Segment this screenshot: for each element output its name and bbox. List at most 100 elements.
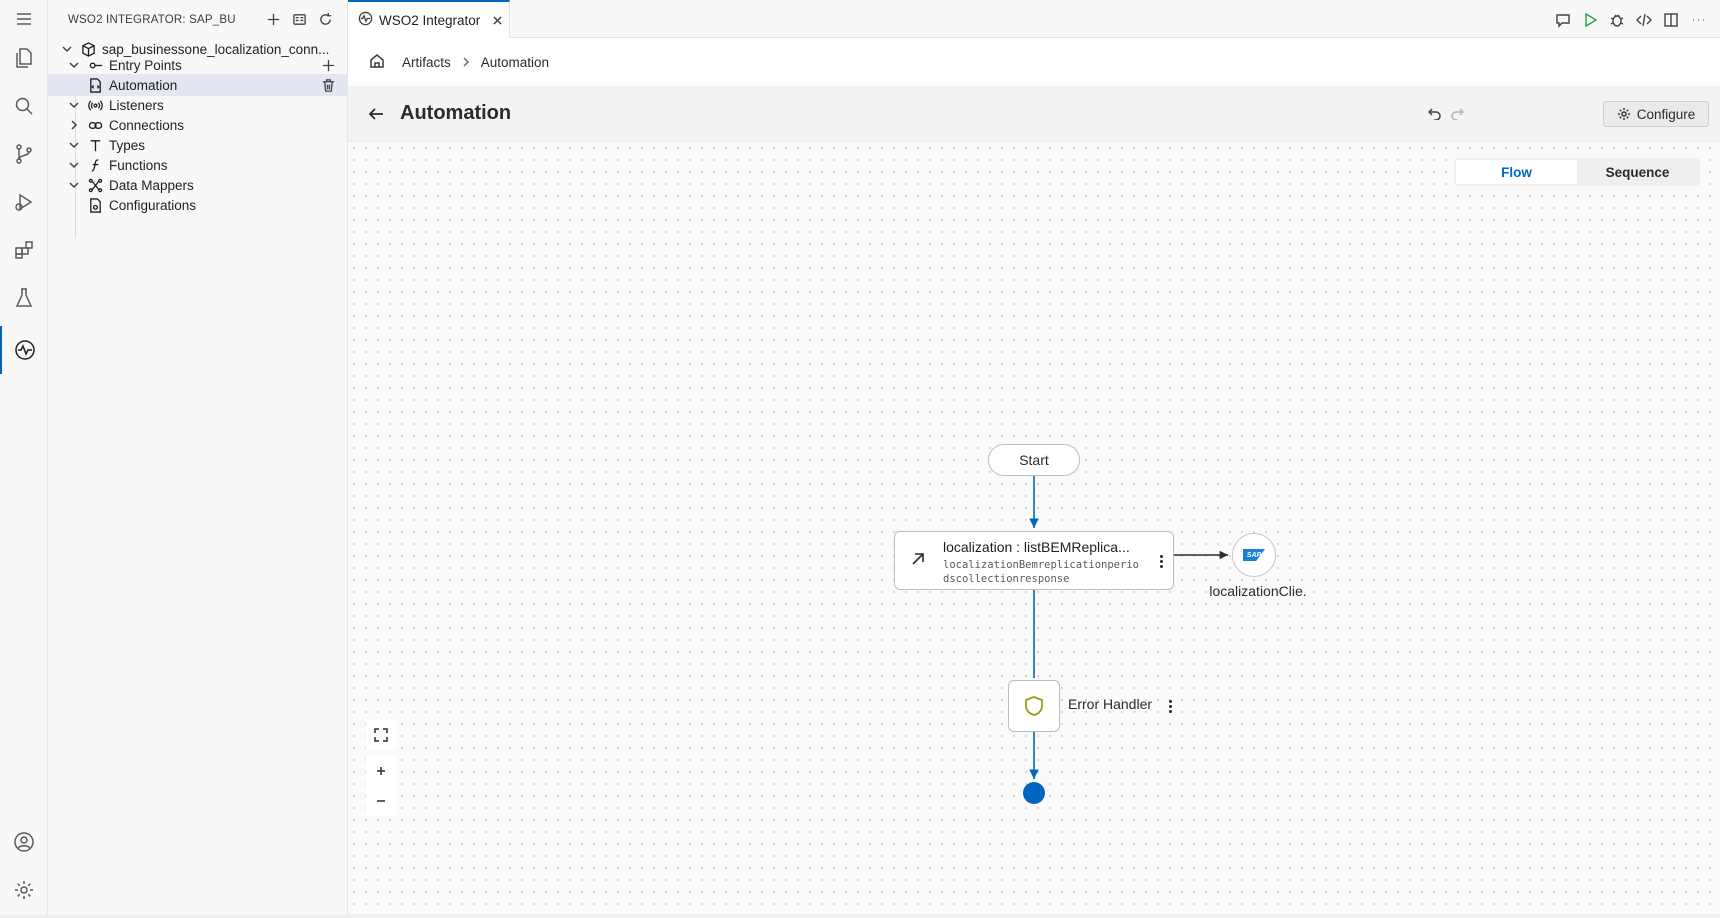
code-icon[interactable]: [1635, 11, 1652, 28]
view-header: Automation Configure: [348, 86, 1720, 142]
sidebar-title: WSO2 INTEGRATOR: SAP_BUSIN...: [68, 14, 236, 26]
split-editor-icon[interactable]: [1662, 11, 1679, 28]
file-code-icon: [87, 77, 103, 93]
breadcrumb-item-automation[interactable]: Automation: [481, 55, 549, 70]
sidebar-item-label: Entry Points: [109, 57, 182, 73]
zoom-in-button[interactable]: [366, 756, 396, 786]
connection-node[interactable]: SAP: [1232, 533, 1276, 577]
chevron-right-icon: [67, 118, 81, 132]
link-icon: [87, 117, 103, 133]
end-node: [1023, 782, 1045, 804]
broadcast-icon: [87, 97, 103, 113]
extensions-icon[interactable]: [0, 226, 48, 274]
call-node-title: localization : listBEMReplica...: [943, 539, 1130, 555]
bottom-border: [0, 914, 1720, 918]
arrow-up-right-icon: [909, 550, 929, 570]
call-node-subtitle: localizationBemreplicationperiodscollect…: [943, 559, 1139, 585]
view-toggle: Flow Sequence: [1454, 158, 1700, 186]
breadcrumb-item-artifacts[interactable]: Artifacts: [402, 55, 451, 70]
connection-label: localizationClie.: [1209, 583, 1307, 599]
integrator-icon: [358, 11, 379, 29]
more-actions-icon[interactable]: [1689, 11, 1706, 28]
testing-icon[interactable]: [0, 274, 48, 322]
tab-label: WSO2 Integrator: [379, 12, 481, 28]
entry-point-icon: [87, 57, 103, 73]
zoom-out-button[interactable]: [366, 786, 396, 816]
refresh-icon[interactable]: [317, 11, 333, 27]
undo-icon[interactable]: [1427, 106, 1444, 122]
flow-canvas[interactable]: Flow Sequence Start localization : listB…: [348, 142, 1720, 918]
chat-icon[interactable]: [1554, 11, 1571, 28]
error-handler-menu-icon[interactable]: [1165, 697, 1175, 715]
data-mapper-icon: [87, 177, 103, 193]
sidebar-item-configurations[interactable]: Configurations: [48, 194, 348, 216]
run-icon[interactable]: [1581, 11, 1598, 28]
tab-sequence[interactable]: Sequence: [1577, 160, 1698, 184]
search-icon[interactable]: [0, 82, 48, 130]
chevron-down-icon: [67, 158, 81, 172]
activity-bar: [0, 0, 48, 918]
node-menu-icon[interactable]: [1156, 552, 1166, 570]
source-control-icon[interactable]: [0, 130, 48, 178]
sidebar-item-label: Data Mappers: [109, 177, 194, 193]
explorer-sidebar: WSO2 INTEGRATOR: SAP_BUSIN... sap_busine…: [48, 0, 348, 918]
run-debug-icon[interactable]: [0, 178, 48, 226]
plus-icon: [377, 767, 385, 775]
start-node-label: Start: [1019, 452, 1049, 468]
sidebar-item-label: Functions: [109, 157, 168, 173]
menu-icon[interactable]: [0, 0, 48, 38]
sidebar-item-connections[interactable]: Connections: [48, 114, 348, 136]
delete-icon[interactable]: [320, 77, 336, 93]
sidebar-item-label: Automation: [109, 77, 178, 93]
tab-flow[interactable]: Flow: [1456, 160, 1577, 184]
chevron-right-icon: [461, 57, 471, 67]
overview-icon[interactable]: [291, 11, 307, 27]
sidebar-item-data-mappers[interactable]: Data Mappers: [48, 174, 348, 196]
chevron-down-icon: [67, 98, 81, 112]
add-entry-point-icon[interactable]: [320, 57, 336, 73]
manage-icon[interactable]: [0, 866, 48, 914]
sidebar-item-functions[interactable]: Functions: [48, 154, 348, 176]
editor-actions: [1554, 11, 1706, 28]
home-icon[interactable]: [368, 52, 386, 73]
start-node[interactable]: Start: [988, 444, 1080, 476]
fit-screen-icon: [374, 728, 388, 742]
sidebar-item-label: Configurations: [109, 197, 197, 213]
gear-icon: [1617, 108, 1630, 120]
sidebar-item-entry-points[interactable]: Entry Points: [48, 54, 348, 76]
debug-icon[interactable]: [1608, 11, 1625, 28]
sidebar-item-label: Types: [109, 137, 146, 153]
sidebar-actions: [265, 11, 333, 27]
error-handler-label: Error Handler: [1068, 696, 1153, 712]
shield-icon: [1025, 696, 1043, 716]
tab-wso2-integrator[interactable]: WSO2 Integrator: [348, 0, 510, 38]
sidebar-item-types[interactable]: Types: [48, 134, 348, 156]
remote-call-node[interactable]: localization : listBEMReplica... localiz…: [894, 531, 1174, 590]
type-icon: [87, 137, 103, 153]
app-window: WSO2 INTEGRATOR: SAP_BUSIN... sap_busine…: [0, 0, 1720, 918]
chevron-down-icon: [67, 58, 81, 72]
minus-icon: [377, 800, 385, 802]
function-icon: [87, 157, 103, 173]
redo-icon[interactable]: [1450, 106, 1466, 122]
config-file-icon: [87, 197, 103, 213]
sidebar-item-automation[interactable]: Automation: [48, 74, 348, 96]
editor-tab-bar: WSO2 Integrator: [348, 0, 1720, 38]
chevron-down-icon: [67, 138, 81, 152]
configure-label: Configure: [1636, 106, 1696, 122]
chevron-down-icon: [67, 178, 81, 192]
explorer-icon[interactable]: [0, 34, 48, 82]
back-arrow-icon[interactable]: [366, 104, 386, 124]
integrator-icon[interactable]: [0, 326, 48, 374]
sap-logo-icon: SAP: [1243, 549, 1265, 561]
close-icon[interactable]: [490, 13, 504, 27]
sidebar-item-label: Connections: [109, 117, 185, 133]
page-title: Automation: [400, 102, 512, 124]
sidebar-item-listeners[interactable]: Listeners: [48, 94, 348, 116]
account-icon[interactable]: [0, 818, 48, 866]
add-icon[interactable]: [265, 11, 281, 27]
configure-button[interactable]: Configure: [1603, 101, 1709, 127]
breadcrumb: Artifacts Automation: [348, 38, 1720, 86]
fit-view-button[interactable]: [366, 720, 396, 750]
error-handler-node[interactable]: [1008, 680, 1060, 732]
